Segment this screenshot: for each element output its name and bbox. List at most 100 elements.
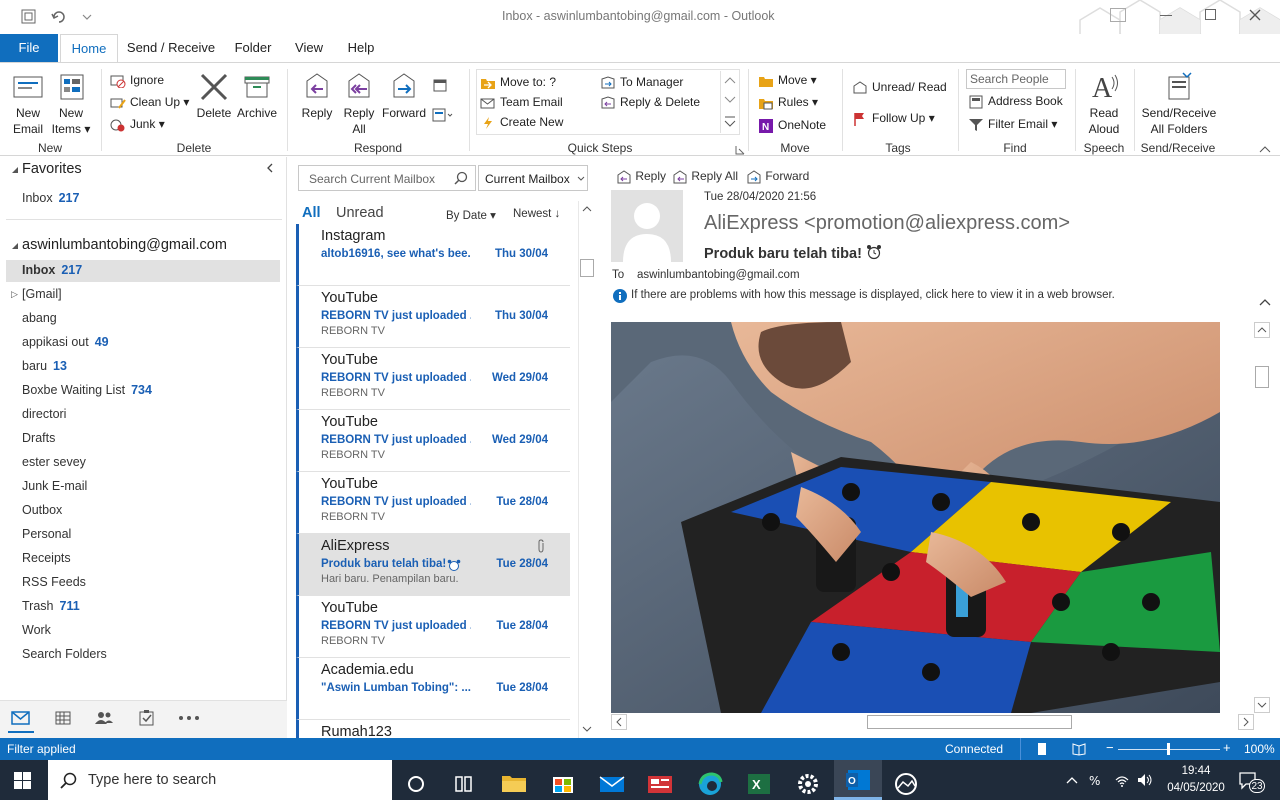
quick-steps-scroll[interactable] — [720, 71, 738, 133]
message-item[interactable]: YouTube REBORN TV just uploaded ... Tue 28… — [296, 596, 570, 658]
message-item[interactable]: YouTube REBORN TV just uploaded ... Wed 29… — [296, 348, 570, 410]
taskbar-search[interactable]: Type here to search — [48, 760, 392, 800]
outlook-taskbar-active[interactable]: O — [834, 760, 882, 800]
info-bar[interactable]: If there are problems with how this mess… — [631, 289, 1115, 301]
folder-item[interactable]: Search Folders — [22, 644, 107, 664]
collapse-triangle-icon[interactable] — [10, 241, 20, 251]
tab-folder[interactable]: Folder — [226, 34, 280, 62]
close-icon[interactable] — [1248, 8, 1262, 22]
tasks-nav-icon[interactable] — [138, 709, 156, 727]
filter-all[interactable]: All — [302, 205, 321, 221]
zoom-in-button[interactable]: + — [1223, 740, 1231, 755]
cleanup-button[interactable]: Clean Up ▾ — [110, 93, 189, 111]
store-icon[interactable] — [541, 764, 585, 800]
search-icon[interactable] — [454, 171, 468, 185]
folder-item[interactable]: abang — [22, 308, 57, 328]
qs-move-to[interactable]: Move to: ? — [480, 73, 556, 91]
zoom-thumb[interactable] — [1167, 743, 1170, 755]
zoom-level[interactable]: 100% — [1244, 742, 1275, 756]
settings-gear-icon[interactable] — [786, 764, 830, 800]
minimize-icon[interactable] — [1160, 15, 1172, 16]
folder-item[interactable]: Outbox — [22, 500, 62, 520]
reply-button[interactable]: Reply — [296, 71, 338, 121]
file-explorer-icon[interactable] — [492, 764, 536, 800]
maximize-icon[interactable] — [1205, 9, 1216, 20]
favorites-header[interactable]: Favorites — [22, 161, 82, 177]
folder-item[interactable]: Trash 711 — [22, 596, 80, 616]
volume-icon[interactable] — [1136, 772, 1154, 788]
task-view-icon[interactable] — [442, 764, 486, 800]
scroll-thumb[interactable] — [1255, 366, 1269, 388]
folder-item[interactable]: [Gmail] — [22, 284, 62, 304]
delete-button[interactable]: Delete — [193, 71, 235, 121]
search-mailbox-input[interactable]: Search Current Mailbox — [298, 165, 476, 191]
folder-item[interactable]: appikasi out 49 — [22, 332, 109, 352]
junk-button[interactable]: Junk ▾ — [110, 115, 165, 133]
follow-up-button[interactable]: Follow Up ▾ — [852, 109, 935, 127]
message-item[interactable]: Rumah123 — [296, 720, 570, 738]
move-button[interactable]: Move ▾ — [758, 71, 817, 89]
reading-view-icon[interactable] — [1072, 742, 1086, 756]
mail-app-icon[interactable] — [590, 764, 634, 800]
scroll-down-icon[interactable] — [1254, 697, 1270, 713]
forward-button[interactable]: Forward — [380, 71, 428, 121]
folder-item[interactable]: Drafts — [22, 428, 55, 448]
reply-action[interactable]: Reply — [616, 169, 666, 184]
dialog-launcher-icon[interactable] — [735, 145, 745, 155]
language-icon[interactable]: % — [1088, 772, 1106, 788]
search-people-input[interactable]: Search People — [966, 69, 1066, 89]
scroll-up-icon[interactable] — [581, 203, 593, 215]
collapse-ribbon-icon[interactable] — [1258, 143, 1272, 155]
filter-email-button[interactable]: Filter Email ▾ — [968, 115, 1057, 133]
tab-view[interactable]: View — [288, 34, 330, 62]
message-item[interactable]: Academia.edu "Aswin Lumban Tobing": ... Tu… — [296, 658, 570, 720]
message-list-scrollbar[interactable] — [578, 201, 594, 738]
qs-team-email[interactable]: Team Email — [480, 93, 563, 111]
message-item[interactable]: YouTube REBORN TV just uploaded ... Tue 28… — [296, 472, 570, 534]
outlook-app-icon[interactable] — [20, 8, 38, 26]
folder-item[interactable]: RSS Feeds — [22, 572, 86, 592]
ignore-button[interactable]: Ignore — [110, 71, 164, 89]
minimize-pane-icon[interactable] — [265, 163, 275, 173]
search-scope-dropdown[interactable]: Current Mailbox — [478, 165, 588, 191]
message-item[interactable]: AliExpress Produk baru telah tiba! Tue 28/… — [296, 534, 570, 596]
tab-home[interactable]: Home — [60, 34, 118, 63]
new-items-button[interactable]: New Items ▾ — [50, 71, 92, 137]
folder-item[interactable]: Boxbe Waiting List 734 — [22, 380, 152, 400]
tab-file[interactable]: File — [0, 34, 58, 62]
meeting-reply-icon[interactable] — [432, 77, 448, 93]
clock-date[interactable]: 04/05/2020 — [1160, 782, 1232, 794]
scroll-down-icon[interactable] — [581, 723, 593, 735]
qs-create-new[interactable]: Create New — [480, 113, 563, 131]
new-email-button[interactable]: New Email — [8, 71, 48, 137]
sender-avatar[interactable] — [611, 190, 683, 262]
more-nav-icon[interactable] — [178, 715, 202, 721]
scroll-left-icon[interactable] — [611, 714, 627, 730]
scroll-right-icon[interactable] — [1238, 714, 1254, 730]
people-nav-icon[interactable] — [94, 710, 114, 726]
account-header[interactable]: aswinlumbantobing@gmail.com — [22, 237, 227, 253]
folder-item[interactable]: Work — [22, 620, 51, 640]
message-item[interactable]: Instagram altob16916, see what's bee... Th… — [296, 224, 570, 286]
favorite-inbox[interactable]: Inbox 217 — [22, 188, 79, 208]
filter-unread[interactable]: Unread — [336, 205, 384, 221]
wifi-icon[interactable] — [1114, 772, 1130, 788]
reply-all-action[interactable]: Reply All — [672, 169, 738, 184]
folder-item[interactable]: baru 13 — [22, 356, 67, 376]
reply-all-button[interactable]: Reply All — [338, 71, 380, 137]
undo-icon[interactable] — [50, 8, 68, 26]
more-respond-icon[interactable] — [432, 107, 454, 123]
mail-nav-icon[interactable] — [11, 710, 31, 726]
qs-to-manager[interactable]: To Manager — [600, 73, 683, 91]
ribbon-display-icon[interactable] — [1110, 8, 1126, 22]
calendar-nav-icon[interactable] — [54, 710, 72, 726]
collapse-header-icon[interactable] — [1258, 297, 1272, 307]
expand-triangle-icon[interactable]: ▷ — [11, 289, 18, 300]
hscroll-thumb[interactable] — [867, 715, 1072, 729]
sort-by-dropdown[interactable]: By Date ▾ — [446, 208, 496, 222]
send-receive-all-button[interactable]: Send/Receive All Folders — [1140, 71, 1218, 137]
windows-start-icon[interactable] — [14, 772, 32, 790]
address-book-button[interactable]: Address Book — [968, 92, 1063, 110]
reading-scrollbar[interactable] — [1254, 322, 1270, 713]
folder-item[interactable]: Junk E-mail — [22, 476, 87, 496]
